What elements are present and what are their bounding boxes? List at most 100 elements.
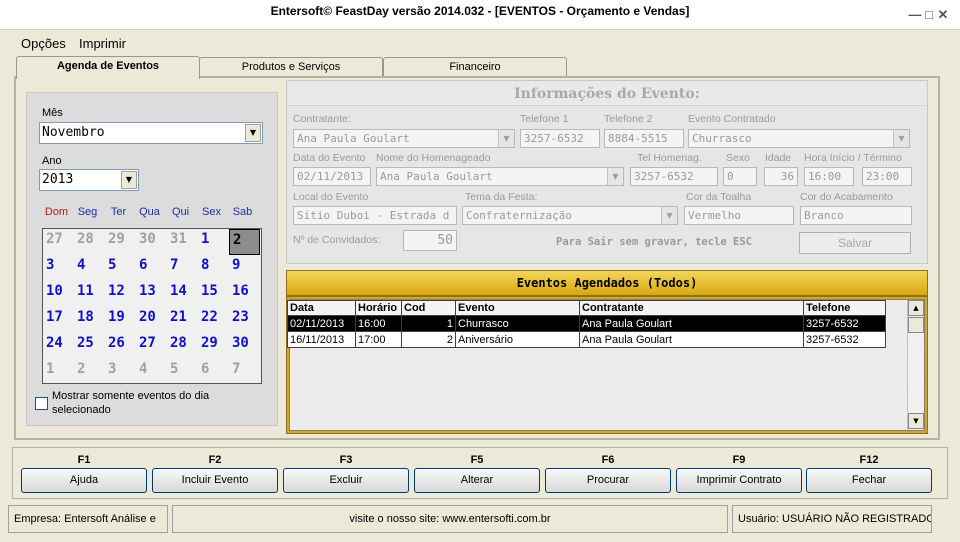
calendar-day[interactable]: 19: [105, 307, 136, 333]
calendar-day[interactable]: 29: [198, 333, 229, 359]
scroll-up-icon[interactable]: ▲: [908, 300, 924, 316]
calendar-day[interactable]: 20: [136, 307, 167, 333]
tab-produtos-e-servicos[interactable]: Produtos e Serviços: [199, 57, 383, 78]
calendar-day[interactable]: 28: [74, 229, 105, 255]
sexo-field[interactable]: 0: [723, 167, 757, 186]
evento-contratado-field[interactable]: Churrasco ▼: [688, 129, 910, 148]
contratante-field[interactable]: Ana Paula Goulart ▼: [293, 129, 515, 148]
calendar-day[interactable]: 10: [43, 281, 74, 307]
data-evento-field[interactable]: 02/11/2013: [293, 167, 371, 186]
calendar-day[interactable]: 11: [74, 281, 105, 307]
chevron-down-icon[interactable]: ▼: [607, 168, 623, 185]
column-header[interactable]: Cod: [401, 300, 456, 316]
column-header[interactable]: Horário: [355, 300, 402, 316]
menu-options[interactable]: Opções: [21, 36, 66, 51]
cell-contratante: Ana Paula Goulart: [579, 315, 804, 332]
maximize-icon[interactable]: □: [922, 8, 936, 22]
menu-print[interactable]: Imprimir: [79, 36, 126, 51]
calendar-day[interactable]: 6: [136, 255, 167, 281]
chevron-down-icon[interactable]: ▼: [245, 124, 261, 142]
hora-inicio-field[interactable]: 16:00: [804, 167, 854, 186]
calendar-day[interactable]: 8: [198, 255, 229, 281]
calendar-grid: 27 28 29 30 31 1 2 3 4 5 6 7 8 9 10 11 12 13 14 15 16 17 18 19 2…: [42, 228, 262, 384]
evento-contratado-value: Churrasco: [692, 132, 752, 145]
calendar-day[interactable]: 12: [105, 281, 136, 307]
year-select[interactable]: 2013 ▼: [39, 169, 139, 191]
calendar-day[interactable]: 3: [43, 255, 74, 281]
calendar-day[interactable]: 29: [105, 229, 136, 255]
table-row[interactable]: 16/11/2013 17:00 2 Aniversário Ana Paula Gou…: [287, 331, 886, 348]
scroll-down-icon[interactable]: ▼: [908, 413, 924, 429]
calendar-day[interactable]: 2: [74, 359, 105, 385]
chevron-down-icon[interactable]: ▼: [893, 130, 909, 147]
function-button-f9[interactable]: Imprimir Contrato: [676, 468, 802, 493]
month-select[interactable]: Novembro ▼: [39, 122, 263, 144]
function-button-f5[interactable]: Alterar: [414, 468, 540, 493]
local-field[interactable]: Sítio Duboi - Estrada d: [293, 206, 457, 225]
calendar-day[interactable]: 22: [198, 307, 229, 333]
cor-acabamento-field[interactable]: Branco: [800, 206, 912, 225]
idade-field[interactable]: 36: [764, 167, 798, 186]
calendar-day[interactable]: 4: [74, 255, 105, 281]
tab-agenda-de-eventos[interactable]: Agenda de Eventos: [16, 56, 200, 79]
minimize-icon[interactable]: —: [908, 8, 922, 22]
telefone2-field[interactable]: 8884-5515: [604, 129, 684, 148]
function-button-f3[interactable]: Excluir: [283, 468, 409, 493]
hora-termino-field[interactable]: 23:00: [862, 167, 912, 186]
window-title: Entersoft© FeastDay versão 2014.032 - [E…: [270, 4, 690, 18]
column-header[interactable]: Data: [287, 300, 356, 316]
calendar-day[interactable]: 26: [105, 333, 136, 359]
cor-toalha-field[interactable]: Vermelho: [684, 206, 794, 225]
table-row[interactable]: 02/11/2013 16:00 1 Churrasco Ana Paula Goula…: [287, 315, 886, 332]
close-icon[interactable]: ✕: [936, 8, 950, 22]
events-scrollbar[interactable]: ▲ ▼: [907, 300, 924, 430]
calendar-day[interactable]: 1: [43, 359, 74, 385]
homenageado-field[interactable]: Ana Paula Goulart ▼: [376, 167, 624, 186]
calendar-day[interactable]: 21: [167, 307, 198, 333]
calendar-day-selected[interactable]: 2: [229, 229, 260, 255]
calendar-day[interactable]: 6: [198, 359, 229, 385]
chevron-down-icon[interactable]: ▼: [498, 130, 514, 147]
calendar-day[interactable]: 24: [43, 333, 74, 359]
tema-field[interactable]: Confraternização ▼: [462, 206, 678, 225]
scroll-thumb[interactable]: [908, 317, 924, 333]
tab-financeiro[interactable]: Financeiro: [383, 57, 567, 78]
chevron-down-icon[interactable]: ▼: [121, 171, 137, 189]
calendar-day[interactable]: 14: [167, 281, 198, 307]
chevron-down-icon[interactable]: ▼: [661, 207, 677, 224]
calendar-day[interactable]: 13: [136, 281, 167, 307]
column-header[interactable]: Contratante: [579, 300, 804, 316]
function-button-f1[interactable]: Ajuda: [21, 468, 147, 493]
calendar-day[interactable]: 4: [136, 359, 167, 385]
calendar-day[interactable]: 23: [229, 307, 260, 333]
calendar-day[interactable]: 31: [167, 229, 198, 255]
calendar-day[interactable]: 25: [74, 333, 105, 359]
telefone1-field[interactable]: 3257-6532: [520, 129, 600, 148]
calendar-day[interactable]: 16: [229, 281, 260, 307]
calendar-day[interactable]: 3: [105, 359, 136, 385]
calendar-day[interactable]: 7: [167, 255, 198, 281]
calendar-day[interactable]: 18: [74, 307, 105, 333]
function-key-label: F3: [339, 454, 353, 466]
calendar-day[interactable]: 15: [198, 281, 229, 307]
calendar-day[interactable]: 17: [43, 307, 74, 333]
calendar-day[interactable]: 30: [229, 333, 260, 359]
function-button-f12[interactable]: Fechar: [806, 468, 932, 493]
calendar-day[interactable]: 30: [136, 229, 167, 255]
calendar-day[interactable]: 5: [167, 359, 198, 385]
column-header[interactable]: Evento: [455, 300, 580, 316]
calendar-day[interactable]: 5: [105, 255, 136, 281]
function-button-f6[interactable]: Procurar: [545, 468, 671, 493]
calendar-day[interactable]: 7: [229, 359, 260, 385]
function-button-f2[interactable]: Incluir Evento: [152, 468, 278, 493]
tel-homenag-field[interactable]: 3257-6532: [630, 167, 718, 186]
convidados-field[interactable]: 50: [403, 230, 457, 251]
calendar-day[interactable]: 27: [136, 333, 167, 359]
column-header[interactable]: Telefone: [803, 300, 886, 316]
calendar-day[interactable]: 1: [198, 229, 229, 255]
calendar-day[interactable]: 28: [167, 333, 198, 359]
show-day-events-checkbox[interactable]: [35, 397, 48, 410]
save-button[interactable]: Salvar: [799, 232, 911, 254]
calendar-day[interactable]: 27: [43, 229, 74, 255]
calendar-day[interactable]: 9: [229, 255, 260, 281]
